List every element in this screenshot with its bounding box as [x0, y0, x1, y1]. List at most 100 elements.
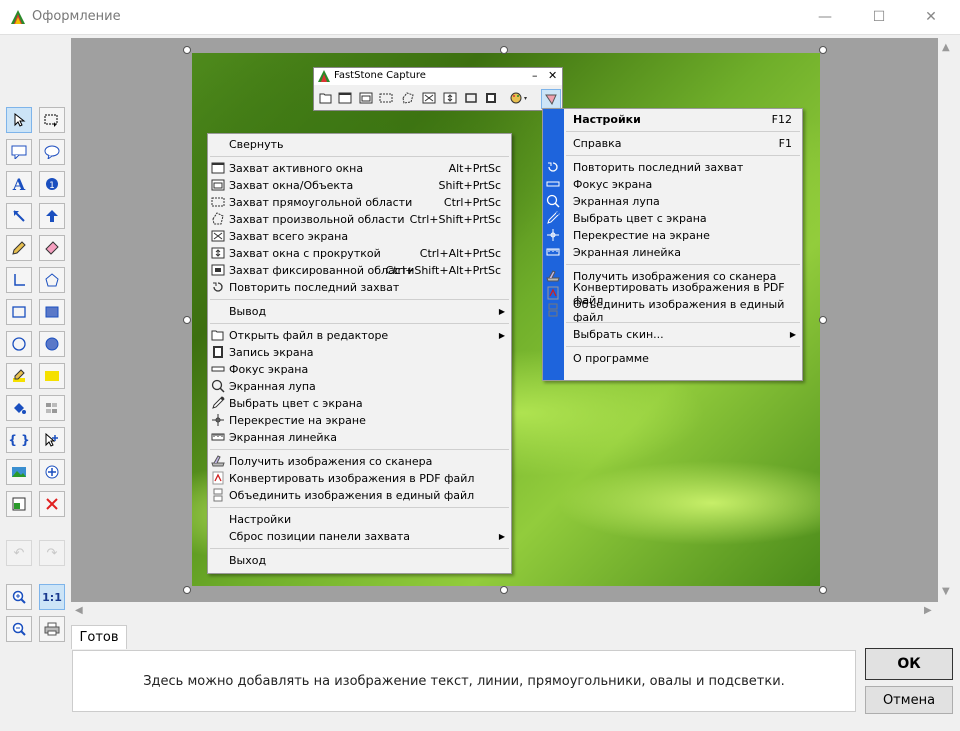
undo-button[interactable]: ↶ — [6, 540, 32, 566]
menu-item[interactable]: Перекрестие на экране — [543, 227, 802, 244]
vertical-scrollbar[interactable]: ▲ ▼ — [938, 38, 955, 602]
menu-item[interactable]: Экранная лупа — [208, 378, 511, 395]
rectangle-region-icon — [211, 195, 225, 209]
scroll-right-icon[interactable]: ▶ — [924, 605, 932, 616]
eraser-tool-button[interactable] — [39, 235, 65, 261]
pencil-tool-button[interactable] — [6, 235, 32, 261]
maximize-button[interactable]: ☐ — [856, 0, 902, 34]
resize-handle[interactable] — [183, 586, 191, 594]
scroll-up-icon[interactable]: ▲ — [942, 42, 950, 53]
capture-freehand-button[interactable] — [399, 89, 417, 107]
ok-button[interactable]: ОК — [865, 648, 953, 680]
menu-item[interactable]: Объединить изображения в единый файл — [543, 298, 802, 324]
print-button[interactable] — [39, 616, 65, 642]
menu-item[interactable]: Открыть файл в редакторе ▶ — [208, 327, 511, 344]
capture-panel-close[interactable]: ✕ — [548, 69, 557, 82]
menu-item[interactable]: Перекрестие на экране — [208, 412, 511, 429]
menu-item[interactable]: Повторить последний захват — [543, 159, 802, 176]
callout-tool-button[interactable] — [6, 139, 32, 165]
zoom-actual-size-button[interactable]: 1:1 — [39, 584, 65, 610]
rectangle-tool-button[interactable] — [6, 299, 32, 325]
zoom-out-button[interactable] — [6, 616, 32, 642]
blur-tool-button[interactable] — [39, 395, 65, 421]
resize-handle[interactable] — [183, 316, 191, 324]
menu-item[interactable]: Повторить последний захват — [208, 279, 511, 296]
resize-handle[interactable] — [500, 46, 508, 54]
menu-item[interactable]: Выбрать скин... ▶ — [543, 326, 802, 343]
capture-scrolling-button[interactable] — [441, 89, 459, 107]
resize-handle[interactable] — [819, 586, 827, 594]
output-menu-button[interactable] — [510, 89, 528, 107]
polygon-tool-button[interactable] — [39, 267, 65, 293]
menu-item[interactable]: Настройки — [208, 511, 511, 528]
menu-item[interactable]: Запись экрана — [208, 344, 511, 361]
menu-item[interactable]: Захват всего экрана — [208, 228, 511, 245]
text-tool-button[interactable]: A — [6, 171, 32, 197]
status-tab[interactable]: Готов — [71, 625, 127, 649]
resize-handle[interactable] — [183, 46, 191, 54]
resize-handle[interactable] — [819, 46, 827, 54]
menu-item[interactable]: Экранная линейка — [208, 429, 511, 446]
menu-item[interactable]: Справка F1 — [543, 135, 802, 152]
menu-item[interactable]: Фокус экрана — [543, 176, 802, 193]
menu-item[interactable]: Настройки F12 — [543, 111, 802, 128]
menu-item[interactable]: Вывод ▶ — [208, 303, 511, 320]
menu-item[interactable]: О программе — [543, 350, 802, 367]
menu-item[interactable]: Выбрать цвет с экрана — [543, 210, 802, 227]
capture-fullscreen-button[interactable] — [420, 89, 438, 107]
resize-handle[interactable] — [500, 586, 508, 594]
menu-item[interactable]: Свернуть — [208, 136, 511, 153]
resize-handle[interactable] — [819, 316, 827, 324]
capture-window-button[interactable] — [336, 89, 354, 107]
highlight-area-tool-button[interactable] — [39, 363, 65, 389]
menu-item[interactable]: Захват окна с прокруткой Ctrl+Alt+PrtSc — [208, 245, 511, 262]
menu-item[interactable]: Сброс позиции панели захвата ▶ — [208, 528, 511, 545]
arrow-tool-button[interactable] — [6, 203, 32, 229]
delete-button[interactable] — [39, 491, 65, 517]
watermark-button[interactable] — [39, 459, 65, 485]
capture-rectangle-button[interactable] — [377, 89, 395, 107]
insert-image-button[interactable] — [6, 459, 32, 485]
zoom-in-button[interactable] — [6, 584, 32, 610]
settings-menu-button[interactable] — [541, 89, 561, 109]
menu-item[interactable]: Объединить изображения в единый файл — [208, 487, 511, 504]
line-tool-button[interactable] — [6, 267, 32, 293]
menu-item[interactable]: Экранная лупа — [543, 193, 802, 210]
select-area-button[interactable] — [39, 107, 65, 133]
menu-item[interactable]: Захват произвольной области Ctrl+Shift+Pr… — [208, 211, 511, 228]
number-tool-button[interactable]: 1 — [39, 171, 65, 197]
scroll-left-icon[interactable]: ◀ — [75, 605, 83, 616]
menu-item[interactable]: Захват прямоугольной области Ctrl+PrtSc — [208, 194, 511, 211]
menu-item[interactable]: Фокус экрана — [208, 361, 511, 378]
menu-item[interactable]: Выбрать цвет с экрана — [208, 395, 511, 412]
menu-item[interactable]: Конвертировать изображения в PDF файл — [208, 470, 511, 487]
filled-ellipse-tool-button[interactable] — [39, 331, 65, 357]
filled-rectangle-tool-button[interactable] — [39, 299, 65, 325]
screen-record-button[interactable] — [482, 89, 500, 107]
capture-panel-minimize[interactable]: – — [532, 69, 538, 82]
minimize-button[interactable]: — — [802, 0, 848, 34]
menu-item[interactable]: Получить изображения со сканера — [208, 453, 511, 470]
braces-tool-button[interactable]: { } — [6, 427, 32, 453]
menu-item[interactable]: Захват активного окна Alt+PrtSc — [208, 160, 511, 177]
highlighter-tool-button[interactable] — [6, 363, 32, 389]
horizontal-scrollbar[interactable]: ◀ ▶ — [71, 602, 938, 619]
ellipse-tool-button[interactable] — [6, 331, 32, 357]
cancel-button[interactable]: Отмена — [865, 686, 953, 714]
thick-arrow-tool-button[interactable] — [39, 203, 65, 229]
scroll-down-icon[interactable]: ▼ — [942, 586, 950, 597]
menu-item[interactable]: Захват окна/Объекта Shift+PrtSc — [208, 177, 511, 194]
add-pointer-tool-button[interactable] — [39, 427, 65, 453]
redo-button[interactable]: ↷ — [39, 540, 65, 566]
close-button[interactable]: ✕ — [908, 0, 954, 34]
menu-item[interactable]: Захват фиксированной области Ctrl+Shift+A… — [208, 262, 511, 279]
frame-button[interactable] — [6, 491, 32, 517]
select-tool-button[interactable] — [6, 107, 32, 133]
capture-fixed-region-button[interactable] — [462, 89, 480, 107]
speech-bubble-tool-button[interactable] — [39, 139, 65, 165]
menu-item[interactable]: Выход — [208, 552, 511, 569]
open-file-capture-button[interactable] — [317, 89, 335, 107]
menu-item[interactable]: Экранная линейка — [543, 244, 802, 261]
capture-object-button[interactable] — [357, 89, 375, 107]
fill-tool-button[interactable] — [6, 395, 32, 421]
